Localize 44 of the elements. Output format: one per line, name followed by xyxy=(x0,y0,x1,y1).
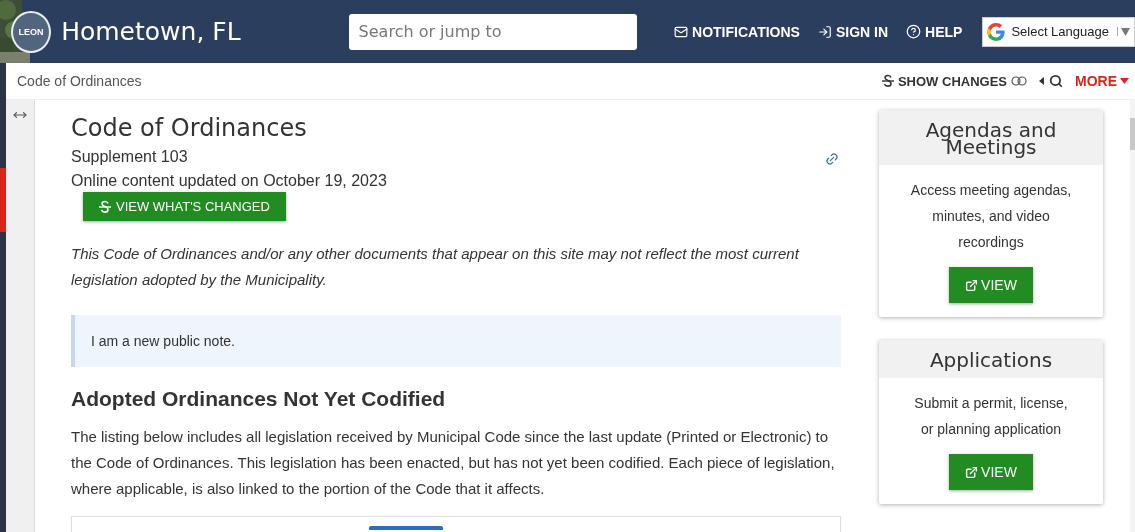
card-text: Submit a permit, license, or planning application xyxy=(913,394,1069,439)
strikethrough-icon xyxy=(881,74,894,88)
search-field[interactable]: Search or jump to xyxy=(348,13,638,50)
toggle-icon xyxy=(1011,76,1027,86)
panel-tab[interactable] xyxy=(369,526,443,531)
external-link-icon xyxy=(965,278,979,292)
dropdown-caret-icon xyxy=(1120,27,1130,36)
google-logo-icon xyxy=(987,22,1006,41)
card-text: Access meeting agendas, minutes, and video recordings xyxy=(909,181,1073,252)
sidebar-toggle-panel[interactable] xyxy=(6,100,35,532)
supplement-label: Supplement 103 xyxy=(71,148,188,166)
nav-link[interactable]: HELP xyxy=(906,23,963,40)
page-title: Code of Ordinances xyxy=(71,114,307,142)
public-note: I am a new public note. xyxy=(71,315,841,368)
card-title: Agendas and Meetings xyxy=(879,110,1103,165)
logo-text: LEON xyxy=(18,26,44,37)
sign-in-icon xyxy=(817,24,832,39)
mail-icon xyxy=(674,24,689,39)
site-title: Hometown, FL xyxy=(61,17,241,46)
show-changes-toggle[interactable]: SHOW CHANGES xyxy=(881,73,1027,89)
collapse-arrow-icon xyxy=(1039,77,1044,85)
view-changes-button[interactable]: VIEW WHAT'S CHANGED xyxy=(83,192,286,222)
caret-icon xyxy=(1120,78,1129,84)
nav-link[interactable]: NOTIFICATIONS xyxy=(674,23,800,40)
scrollbar-thumb[interactable] xyxy=(1130,118,1135,150)
disclaimer-text: This Code of Ordinances and/or any other documents that appear on this site may not reflect the most current legislation adopted by the Municipality. xyxy=(71,244,801,291)
strikethrough-icon xyxy=(99,199,111,214)
section-paragraph: The listing below includes all legislation received by Municipal Code since the last update (Printed or Electronic) to the Code of Ordinances. This legislation has been enacted, but has not yet been codified. Each piece of legislation, where applicable, is also linked to the portion of the Code that it affects. xyxy=(71,427,836,500)
language-label: Select Language xyxy=(1011,24,1109,39)
view-button[interactable]: VIEW xyxy=(949,267,1033,303)
county-seal-logo[interactable]: LEON xyxy=(11,10,52,53)
external-link-icon xyxy=(965,465,979,479)
section-heading: Adopted Ordinances Not Yet Codified xyxy=(71,387,447,412)
language-select[interactable]: Select Language xyxy=(982,16,1135,47)
card-title: Applications xyxy=(879,340,1103,378)
more-menu[interactable]: MORE xyxy=(1075,73,1129,89)
nav-link[interactable]: SIGN IN xyxy=(817,23,889,40)
help-icon xyxy=(906,24,922,39)
breadcrumb-link[interactable]: Code of Ordinances xyxy=(17,73,142,89)
updated-date: Online content updated on October 19, 2023 xyxy=(71,172,388,190)
search-icon xyxy=(1049,74,1063,88)
search-button[interactable] xyxy=(1039,74,1063,88)
view-button[interactable]: VIEW xyxy=(949,454,1033,490)
link-icon[interactable] xyxy=(825,152,839,166)
